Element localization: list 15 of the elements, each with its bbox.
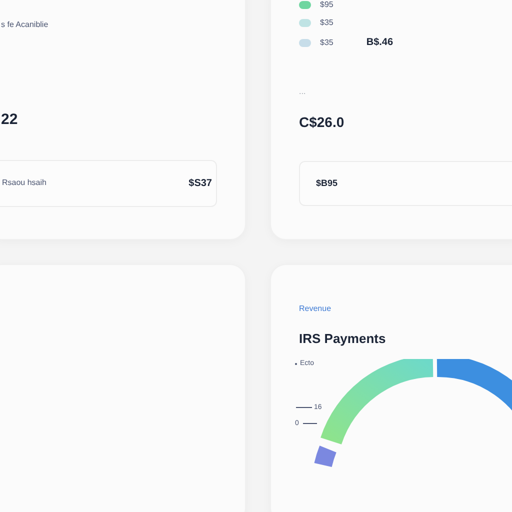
row-amount: $S37: [188, 176, 212, 190]
legend-total: B$.46: [366, 36, 394, 50]
legend-label: $35: [320, 17, 334, 29]
summary-value: C$26.0: [299, 113, 346, 132]
card-title: IRS Payments: [299, 330, 387, 348]
caption: ...: [299, 86, 307, 98]
card-eyebrow: Revenue: [299, 303, 332, 315]
card-label: s fe Acaniblie: [1, 19, 50, 31]
leader-line: [303, 422, 317, 424]
row-label: Rsaou hsaih: [2, 177, 46, 189]
row-amount: $B95: [316, 176, 338, 190]
legend-label: $95: [320, 0, 334, 11]
legend-label: $35: [320, 36, 334, 48]
leader-line: [296, 406, 312, 408]
balance-value: 22: [1, 110, 19, 130]
